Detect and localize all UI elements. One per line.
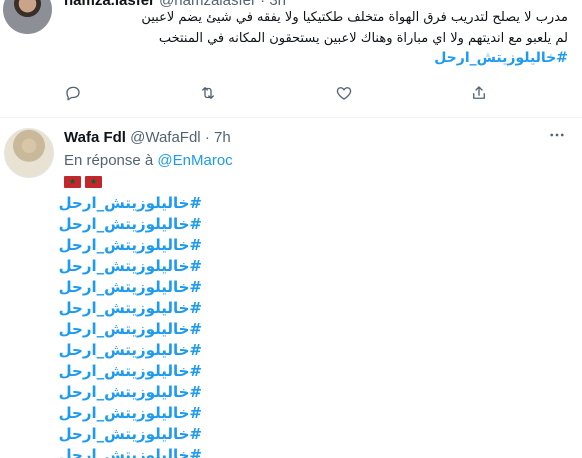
hashtag-link[interactable]: #خاليلوزيتش_ارحل — [59, 445, 202, 458]
tweet-text-line: لم يلعبو مع انديتهم ولا اي مباراة وهناك … — [158, 31, 568, 46]
more-options-icon[interactable] — [548, 126, 568, 146]
hashtag-link[interactable]: #خاليلوزيتش_ارحل — [434, 50, 568, 66]
reply-prefix: En réponse à — [64, 152, 158, 169]
like-icon[interactable] — [335, 84, 355, 104]
reply-icon[interactable] — [64, 84, 84, 104]
mention-link[interactable]: @EnMaroc — [157, 152, 232, 169]
hashtag-link[interactable]: #خاليلوزيتش_ارحل — [59, 424, 202, 445]
author-handle[interactable]: @WafaFdl — [130, 129, 201, 146]
avatar[interactable] — [3, 0, 52, 34]
tweet[interactable]: hamza.lasfer @hamzalasfer · 3h مدرب لا ي… — [0, 0, 582, 118]
tweet[interactable]: Wafa Fdl @WafaFdl · 7h En réponse à @EnM… — [0, 118, 582, 458]
tweet-time[interactable]: 7h — [214, 129, 231, 146]
separator-dot: · — [200, 129, 214, 146]
tweet-actions — [64, 84, 485, 104]
timeline-feed: hamza.lasfer @hamzalasfer · 3h مدرب لا ي… — [0, 0, 582, 458]
avatar[interactable] — [4, 128, 54, 178]
hashtag-link[interactable]: #خاليلوزيتش_ارحل — [59, 235, 202, 256]
hashtag-link[interactable]: #خاليلوزيتش_ارحل — [59, 403, 202, 424]
tweet-header: Wafa Fdl @WafaFdl · 7h — [64, 129, 231, 146]
hashtag-link[interactable]: #خاليلوزيتش_ارحل — [59, 382, 202, 403]
hashtag-link[interactable]: #خاليلوزيتش_ارحل — [59, 256, 202, 277]
emoji-flags: ★ ★ — [64, 176, 102, 188]
flag-morocco-icon: ★ — [64, 176, 81, 188]
hashtag-link[interactable]: #خاليلوزيتش_ارحل — [59, 361, 202, 382]
share-icon[interactable] — [470, 84, 490, 104]
author-name[interactable]: Wafa Fdl — [64, 129, 126, 146]
hashtag-link[interactable]: #خاليلوزيتش_ارحل — [59, 193, 202, 214]
flag-morocco-icon: ★ — [85, 176, 102, 188]
retweet-icon[interactable] — [199, 84, 219, 104]
hashtag-link[interactable]: #خاليلوزيتش_ارحل — [59, 298, 202, 319]
hashtag-link[interactable]: #خاليلوزيتش_ارحل — [59, 277, 202, 298]
hashtag-link[interactable]: #خاليلوزيتش_ارحل — [59, 319, 202, 340]
hashtag-link[interactable]: #خاليلوزيتش_ارحل — [59, 214, 202, 235]
hashtag-link[interactable]: #خاليلوزيتش_ارحل — [59, 340, 202, 361]
tweet-text-line: مدرب لا يصلح لتدريب فرق الهواة متخلف طكت… — [141, 10, 568, 25]
reply-context: En réponse à @EnMaroc — [64, 152, 233, 169]
hashtag-list: #خاليلوزيتش_ارحل #خاليلوزيتش_ارحل #خاليل… — [59, 193, 264, 458]
